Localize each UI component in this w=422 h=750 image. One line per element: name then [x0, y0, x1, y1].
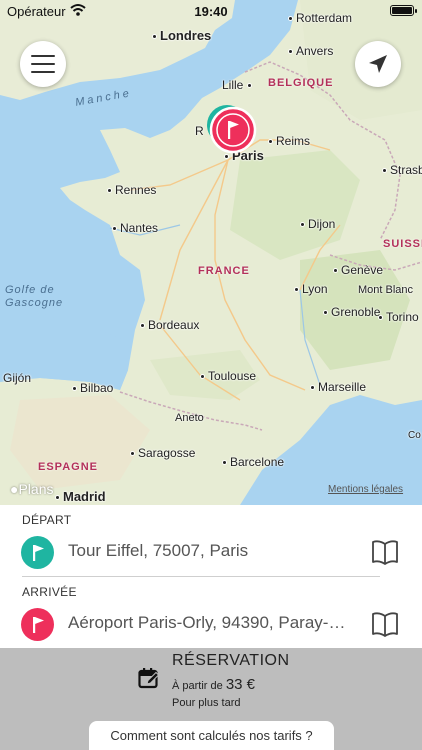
- book-icon[interactable]: [371, 611, 399, 637]
- city-geneve: Genève: [333, 263, 383, 277]
- price-value: 33 €: [225, 676, 256, 693]
- city-rouen: R: [195, 124, 204, 138]
- depart-field[interactable]: Tour Eiffel, 75007, Paris: [68, 541, 348, 561]
- arrivee-field[interactable]: Aéroport Paris-Orly, 94390, Paray-Vieill…: [68, 613, 348, 633]
- city-bilbao: Bilbao: [72, 381, 113, 395]
- menu-button[interactable]: [20, 41, 66, 87]
- book-icon[interactable]: [371, 539, 399, 565]
- sea-label-golfe-2: Gascogne: [5, 297, 64, 309]
- status-bar: Opérateur 19:40: [0, 0, 422, 22]
- city-gijon: Gijón: [3, 371, 32, 385]
- city-torino: Torino: [378, 310, 419, 324]
- city-reims: Reims: [268, 134, 310, 148]
- legal-link[interactable]: Mentions légales: [328, 484, 403, 495]
- calendar-edit-icon: [138, 668, 160, 689]
- depart-row[interactable]: Tour Eiffel, 75007, Paris: [0, 527, 422, 577]
- plans-attribution: ●Plans: [10, 481, 54, 497]
- city-barcelone: Barcelone: [222, 455, 284, 469]
- country-label-france: FRANCE: [198, 265, 250, 277]
- depart-label: DÉPART: [22, 513, 72, 527]
- navigation-arrow-icon: [369, 55, 387, 73]
- form-divider: [22, 576, 380, 577]
- city-aneto: Aneto: [175, 412, 204, 424]
- arrivee-row[interactable]: Aéroport Paris-Orly, 94390, Paray-Vieill…: [0, 599, 422, 649]
- city-londres: Londres: [152, 28, 211, 43]
- clock: 19:40: [194, 4, 228, 19]
- city-lille: Lille: [222, 78, 255, 92]
- arrivee-label: ARRIVÉE: [22, 585, 77, 599]
- city-anvers: Anvers: [288, 44, 333, 58]
- city-montblanc: Mont Blanc: [358, 284, 414, 296]
- city-rennes: Rennes: [107, 183, 156, 197]
- country-label-suisse: SUISSE: [383, 238, 422, 250]
- city-grenoble: Grenoble: [323, 305, 380, 319]
- hamburger-icon: [31, 55, 55, 73]
- reservation-bar[interactable]: RÉSERVATION À partir de 33 € Pour plus t…: [0, 648, 422, 750]
- city-bordeaux: Bordeaux: [140, 318, 199, 332]
- arrivee-flag-badge: [21, 608, 54, 641]
- price-prefix: À partir de: [172, 680, 223, 692]
- flag-icon: [32, 544, 44, 561]
- city-strasbourg: Strasb: [382, 163, 422, 177]
- battery-icon: [390, 5, 417, 16]
- country-label-belgique: BELGIQUE: [268, 77, 334, 89]
- city-nantes: Nantes: [112, 221, 158, 235]
- city-lyon: Lyon: [294, 282, 328, 296]
- later-label: Pour plus tard: [172, 697, 241, 709]
- depart-flag-badge: [21, 536, 54, 569]
- tarifs-info-button[interactable]: Comment sont calculés nos tarifs ?: [89, 721, 334, 750]
- locate-button[interactable]: [355, 41, 401, 87]
- price-line: À partir de 33 €: [172, 676, 255, 693]
- flag-icon: [32, 616, 44, 633]
- route-pin[interactable]: [205, 103, 257, 155]
- city-saragosse: Saragosse: [130, 446, 195, 460]
- country-label-espagne: ESPAGNE: [38, 461, 98, 473]
- city-madrid: Madrid: [55, 489, 106, 504]
- city-marseille: Marseille: [310, 380, 366, 394]
- sea-label-golfe-1: Golfe de: [5, 284, 55, 296]
- city-toulouse: Toulouse: [200, 369, 256, 383]
- reservation-title: RÉSERVATION: [172, 652, 290, 669]
- city-dijon: Dijon: [300, 217, 335, 231]
- map-view[interactable]: Opérateur 19:40 Manche Golfe de Gascogne…: [0, 0, 422, 505]
- city-co: Co: [408, 430, 421, 441]
